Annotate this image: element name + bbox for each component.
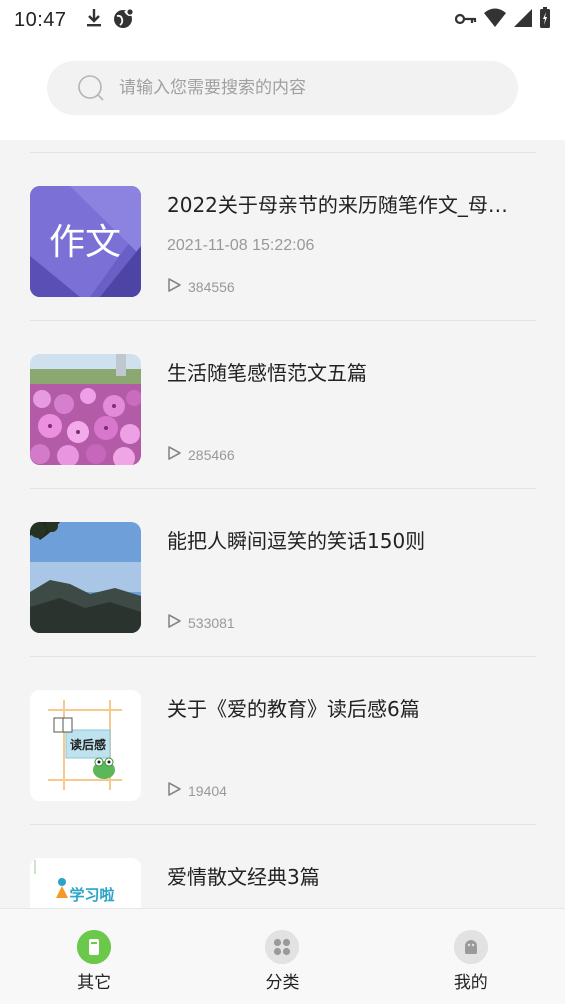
list-item[interactable]: 读后感 关于《爱的教育》读后感6篇 19404	[0, 657, 565, 825]
views-count: 384556	[188, 279, 235, 295]
views-count: 19404	[188, 783, 227, 799]
item-thumbnail: 学习啦	[30, 858, 141, 908]
item-thumbnail: 作文	[30, 186, 141, 297]
other-icon	[77, 930, 112, 964]
profile-icon	[453, 930, 488, 964]
signal-icon	[513, 8, 533, 32]
wifi-icon	[483, 8, 507, 32]
item-views: 285466	[166, 445, 235, 465]
nav-item-profile[interactable]: 我的	[377, 909, 565, 1004]
list-item[interactable]: 作文 2022关于母亲节的来历随笔作文_母… 2021-11-08 15:22:…	[0, 153, 565, 321]
views-count: 285466	[188, 447, 235, 463]
search-box[interactable]	[47, 61, 518, 115]
item-views: 533081	[166, 613, 235, 633]
thumb-text: 学习啦	[69, 886, 114, 904]
header	[0, 40, 565, 140]
thumb-text: 读后感	[70, 737, 106, 752]
nav-item-category[interactable]: 分类	[188, 909, 376, 1004]
search-icon	[77, 74, 105, 102]
play-icon	[166, 613, 182, 633]
download-icon	[85, 8, 103, 32]
item-thumbnail	[30, 522, 141, 633]
list-item[interactable]: 生活随笔感悟范文五篇 285466	[0, 321, 565, 489]
play-icon	[166, 781, 182, 801]
item-title: 2022关于母亲节的来历随笔作文_母…	[167, 193, 508, 217]
globe-icon	[113, 7, 135, 33]
list-item[interactable]: 能把人瞬间逗笑的笑话150则 533081	[0, 489, 565, 657]
views-count: 533081	[188, 615, 235, 631]
battery-icon	[539, 7, 551, 33]
nav-label: 其它	[77, 973, 112, 993]
item-thumbnail: 读后感	[30, 690, 141, 801]
play-icon	[166, 445, 182, 465]
status-time: 10:47	[14, 8, 67, 31]
item-views: 384556	[166, 277, 235, 297]
bottom-nav: 其它 分类 我的	[0, 908, 565, 1004]
category-icon	[265, 930, 300, 964]
search-input[interactable]	[119, 78, 479, 98]
list-item[interactable]: 学习啦 爱情散文经典3篇	[0, 825, 565, 908]
nav-label: 我的	[453, 973, 488, 993]
vpn-key-icon	[454, 11, 477, 30]
article-list: 作文 2022关于母亲节的来历随笔作文_母… 2021-11-08 15:22:…	[0, 140, 565, 908]
thumb-text: 作文	[49, 222, 121, 263]
item-views: 19404	[166, 781, 227, 801]
play-icon	[166, 277, 182, 297]
nav-label: 分类	[265, 973, 300, 993]
item-title: 爱情散文经典3篇	[167, 865, 320, 889]
item-title: 关于《爱的教育》读后感6篇	[167, 697, 420, 721]
nav-item-other[interactable]: 其它	[0, 909, 188, 1004]
item-title: 生活随笔感悟范文五篇	[167, 361, 367, 385]
item-title: 能把人瞬间逗笑的笑话150则	[167, 529, 426, 553]
status-bar: 10:47	[0, 0, 565, 40]
item-date: 2021-11-08 15:22:06	[167, 237, 315, 254]
item-thumbnail	[30, 354, 141, 465]
